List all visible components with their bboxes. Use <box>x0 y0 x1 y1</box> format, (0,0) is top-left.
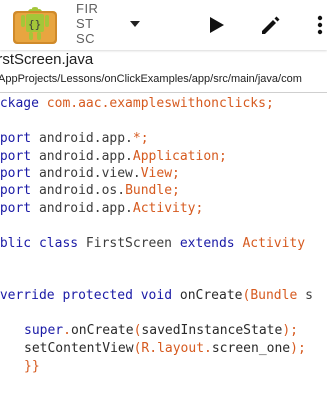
code-token: s <box>297 288 313 303</box>
code-token: ); <box>282 323 298 338</box>
code-token: void <box>132 288 173 303</box>
code-line: mport android.app.*; <box>0 130 149 148</box>
code-line: super.onCreate(savedInstanceState); <box>24 322 298 340</box>
code-token: com.aac.exampleswithonclicks; <box>38 96 274 111</box>
code-token: . <box>149 341 158 356</box>
code-token: android.app. <box>31 201 133 216</box>
file-header: irstScreen.java AppProjects/Lessons/onCl… <box>0 50 327 93</box>
code-token: extends <box>179 236 235 251</box>
code-token: screen_one <box>211 341 291 356</box>
code-line: mport android.view.View; <box>0 165 180 183</box>
code-line: ublic class FirstScreen extends Activity <box>0 235 305 253</box>
code-token: android.os. <box>31 183 126 198</box>
code-token: *; <box>132 131 149 146</box>
file-path: AppProjects/Lessons/onClickExamples/app/… <box>0 73 302 85</box>
code-token: layout <box>157 341 205 356</box>
code-token: mport <box>0 201 32 216</box>
code-line: mport android.app.Activity; <box>0 200 203 218</box>
file-tab-label[interactable]: FIR ST SC RE <box>76 1 100 49</box>
code-token: ublic class <box>0 236 79 251</box>
code-line: mport android.os.Bundle; <box>0 182 180 200</box>
play-icon[interactable] <box>204 13 228 37</box>
code-token: Application; <box>132 149 227 164</box>
code-line: Override protected void onCreate(Bundle … <box>0 287 313 305</box>
tab-label-part: RE <box>76 46 100 49</box>
code-token: mport <box>0 166 32 181</box>
code-token: Activity; <box>132 201 204 216</box>
code-token: android.view. <box>31 166 141 181</box>
tab-label-part: SC <box>76 31 96 46</box>
code-token: Bundle; <box>125 183 180 198</box>
code-token: Activity <box>234 236 306 251</box>
tab-label-part: ST <box>76 16 94 31</box>
code-token: android.app. <box>31 149 133 164</box>
code-token: ); <box>290 341 306 356</box>
app-icon[interactable]: {} <box>12 4 58 48</box>
code-line: mport android.app.Application; <box>0 148 227 166</box>
code-token: onCreate <box>172 288 243 303</box>
code-token: FirstScreen <box>78 236 180 251</box>
code-token: . <box>204 341 212 356</box>
code-token: savedInstanceState <box>141 323 283 338</box>
code-token: ackage <box>0 96 39 111</box>
code-token: Bundle <box>250 288 298 303</box>
more-vertical-icon[interactable] <box>313 13 327 37</box>
code-token: mport <box>0 183 32 198</box>
code-token: Override <box>0 288 55 303</box>
code-token: super <box>24 323 64 338</box>
code-line: setContentView(R.layout.screen_one); <box>24 340 306 358</box>
svg-text:{}: {} <box>28 18 41 31</box>
code-token: }} <box>24 359 40 374</box>
tab-label-part: FIR <box>76 1 99 16</box>
code-token: setContentView <box>24 341 134 356</box>
code-token: onCreate <box>70 323 134 338</box>
code-token: mport <box>0 149 32 164</box>
code-token: mport <box>0 131 32 146</box>
file-name: irstScreen.java <box>0 51 94 68</box>
code-line: ackage com.aac.exampleswithonclicks; <box>0 95 274 113</box>
code-token: android.app. <box>31 131 133 146</box>
code-token: View; <box>140 166 180 181</box>
caret-down-icon[interactable] <box>128 19 142 29</box>
code-editor[interactable]: ackage com.aac.exampleswithonclicks; mpo… <box>0 93 327 393</box>
pencil-icon[interactable] <box>258 12 284 38</box>
code-token: . <box>63 323 71 338</box>
top-toolbar: {} FIR ST SC RE <box>0 0 327 50</box>
code-line: }} <box>24 358 40 376</box>
code-token: protected <box>54 288 133 303</box>
